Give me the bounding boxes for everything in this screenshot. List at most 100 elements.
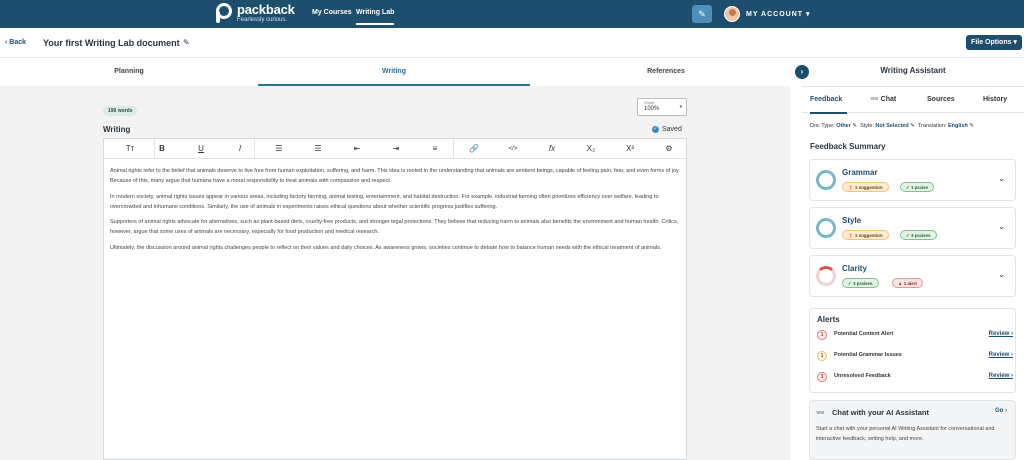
editor-toolbar: Tт B U I ☰ ☰ ⇤ ⇥ ≡ 🔗 </> fx X₂ X² ⚙ (104, 139, 686, 159)
editor-content[interactable]: Animal rights refer to the belief that a… (110, 166, 682, 258)
editor-paragraph: In modern society, animal rights issues … (110, 193, 659, 210)
align-icon[interactable]: ≡ (425, 139, 445, 159)
file-options-button[interactable]: File Options ▾ (966, 35, 1022, 50)
tab-references[interactable]: References (530, 58, 802, 86)
tab-sources[interactable]: Sources (927, 87, 955, 114)
card-title: Style (842, 216, 862, 225)
indent-icon[interactable]: ⇥ (386, 139, 406, 159)
alert-row: 1 Potential Grammar Issues Review › (817, 351, 1013, 363)
tab-history[interactable]: History (983, 87, 1007, 114)
back-button[interactable]: ‹ Back (5, 39, 26, 46)
edit-icon: ✎ (852, 123, 858, 129)
subscript-icon[interactable]: X₂ (581, 139, 601, 159)
alert-label: Potential Grammar Issues (834, 352, 902, 358)
style-card[interactable]: Style ❗ 1 suggestion ✓ 3 praises ⌄ (809, 207, 1016, 249)
document-settings: Doc Type: Other ✎ Style: Not Selected ✎ … (810, 123, 974, 129)
chevron-down-icon[interactable]: ⌄ (998, 222, 1005, 231)
progress-ring-icon (816, 170, 836, 190)
praise-badge: ✓ 3 praises (842, 278, 879, 288)
tab-chat[interactable]: 👓 Chat (870, 87, 896, 114)
width-select[interactable]: Width 100% ▾ (637, 98, 687, 116)
editor-paragraph: Ultimately, the discussion around animal… (110, 244, 662, 251)
alert-label: Potential Content Alert (834, 331, 894, 337)
page-title: Your first Writing Lab document (43, 38, 180, 48)
underline-icon[interactable]: U (191, 139, 211, 159)
nav-my-courses[interactable]: My Courses (312, 9, 352, 16)
chat-go-link[interactable]: Go › (995, 408, 1007, 414)
edit-icon: ✎ (969, 123, 974, 129)
suggestion-badge: ❗ 1 suggestion (842, 230, 889, 240)
alert-count: 1 (817, 351, 827, 361)
praise-badge: ✓ 1 praise (900, 182, 935, 192)
settings-gear-icon[interactable]: ⚙ (659, 139, 679, 159)
my-account-menu[interactable]: MY ACCOUNT ▾ (746, 10, 811, 18)
text-editor[interactable]: Tт B U I ☰ ☰ ⇤ ⇥ ≡ 🔗 </> fx X₂ X² ⚙ Anim… (103, 138, 687, 460)
chat-card-title: Chat with your AI Assistant (832, 408, 929, 417)
editor-paragraph: Animal rights refer to the belief that a… (110, 168, 680, 184)
translation-value[interactable]: English (948, 123, 968, 129)
top-nav: packback Fearlessly curious. My Courses … (0, 0, 1024, 28)
alert-badge: ▲ 1 alert (892, 278, 923, 288)
nav-writing-lab[interactable]: Writing Lab (356, 9, 395, 25)
chat-card-description: Start a chat with your personal AI Writi… (816, 426, 995, 442)
tab-feedback[interactable]: Feedback (810, 87, 847, 114)
width-label: Width (644, 100, 655, 105)
word-count-badge: 190 words (103, 106, 138, 116)
superscript-icon[interactable]: X² (620, 139, 640, 159)
packback-logo[interactable]: packback Fearlessly curious. (216, 3, 295, 23)
chevron-down-icon[interactable]: ⌄ (998, 270, 1005, 279)
numbered-list-icon[interactable]: ☰ (308, 139, 328, 159)
logo-name: packback (237, 2, 295, 17)
chevron-down-icon[interactable]: ⌄ (998, 174, 1005, 183)
editor-paragraph: Supporters of animal rights advocate for… (110, 219, 679, 235)
feedback-summary-title: Feedback Summary (810, 142, 886, 151)
code-icon[interactable]: </> (503, 139, 523, 159)
alerts-card: Alerts 1 Potential Content Alert Review … (809, 308, 1016, 393)
saved-label: Saved (662, 126, 682, 133)
doc-type-value[interactable]: Other (836, 123, 851, 129)
width-value: 100% (644, 106, 660, 112)
alert-label: Unresolved Feedback (834, 373, 891, 379)
document-header: ‹ Back Your first Writing Lab document ✎… (0, 28, 1024, 58)
bullet-list-icon[interactable]: ☰ (269, 139, 289, 159)
edit-title-icon[interactable]: ✎ (183, 38, 190, 47)
chevron-right-icon[interactable]: › (795, 65, 809, 79)
logo-tagline: Fearlessly curious. (237, 17, 288, 23)
alert-count: 1 (817, 330, 827, 340)
review-link[interactable]: Review › (989, 352, 1013, 358)
text-size-icon[interactable]: Tт (116, 139, 144, 159)
glasses-icon: 👓 (870, 96, 881, 103)
review-link[interactable]: Review › (989, 373, 1013, 379)
card-title: Clarity (842, 264, 867, 273)
writing-assistant-panel: Writing Assistant Feedback 👓 Chat Source… (802, 58, 1024, 460)
edit-icon: ✎ (910, 123, 915, 129)
alert-row: 3 Unresolved Feedback Review › (817, 372, 1013, 384)
italic-icon[interactable]: I (230, 139, 250, 159)
review-link[interactable]: Review › (989, 331, 1013, 337)
card-title: Grammar (842, 168, 878, 177)
document-icon[interactable]: ✎ (692, 5, 712, 23)
ai-chat-card: 👓 Chat with your AI Assistant Go › Start… (809, 400, 1016, 460)
clarity-card[interactable]: Clarity ✓ 3 praises ▲ 1 alert ⌄ (809, 255, 1016, 297)
progress-ring-icon (816, 218, 836, 238)
alerts-title: Alerts (817, 315, 840, 324)
alert-row: 1 Potential Content Alert Review › (817, 330, 1013, 342)
check-circle-icon: ✓ (652, 126, 659, 133)
main-tabs: Planning Writing References (0, 58, 790, 86)
packback-logo-icon (216, 3, 232, 23)
editor-section-label: Writing (103, 125, 131, 134)
grammar-card[interactable]: Grammar ❗ 1 suggestion ✓ 1 praise ⌄ (809, 159, 1016, 201)
bold-icon[interactable]: B (152, 139, 172, 159)
link-icon[interactable]: 🔗 (464, 139, 484, 159)
caret-down-icon: ▾ (679, 104, 682, 110)
formula-icon[interactable]: fx (542, 139, 562, 159)
tab-writing[interactable]: Writing (258, 58, 530, 86)
assistant-title: Writing Assistant (880, 66, 946, 75)
style-value[interactable]: Not Selected (875, 123, 908, 129)
suggestion-badge: ❗ 1 suggestion (842, 182, 889, 192)
praise-badge: ✓ 3 praises (900, 230, 937, 240)
outdent-icon[interactable]: ⇤ (347, 139, 367, 159)
avatar[interactable] (724, 6, 740, 22)
saved-status: ✓ Saved (652, 126, 682, 133)
tab-planning[interactable]: Planning (0, 58, 258, 86)
